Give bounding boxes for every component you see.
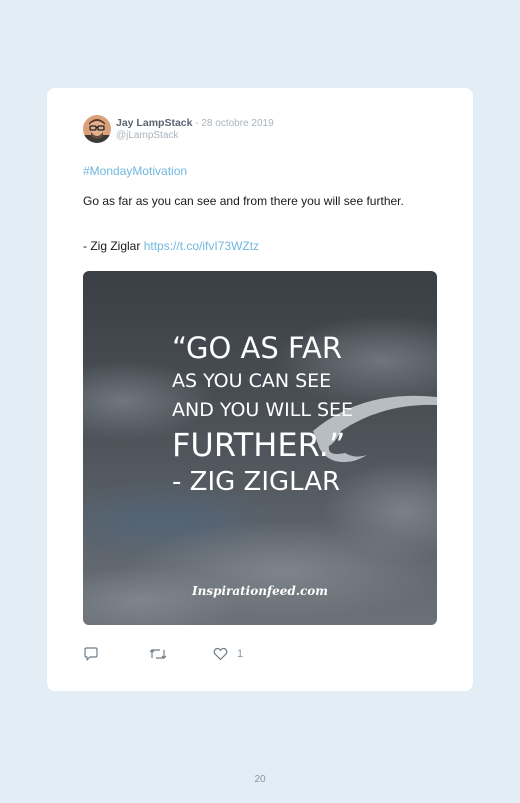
retweet-button[interactable] (149, 646, 167, 662)
tweet-card: Jay LampStack - 28 octobre 2019 @jLampSt… (47, 88, 473, 691)
retweet-icon (149, 649, 167, 659)
author-handle[interactable]: @jLampStack (116, 130, 274, 142)
heart-icon (213, 647, 228, 661)
attribution-line: - Zig Ziglar https://t.co/ifvI73WZtz (83, 239, 259, 253)
reply-button[interactable] (83, 646, 99, 662)
author-name[interactable]: Jay LampStack (116, 117, 192, 129)
quote-line: AS YOU CAN SEE (172, 370, 332, 392)
hashtag-link[interactable]: #MondayMotivation (83, 164, 187, 178)
quote-line: “GO AS FAR (172, 331, 342, 365)
tweet-actions: 1 (83, 646, 243, 662)
like-count: 1 (237, 648, 244, 660)
quote-line: - ZIG ZIGLAR (172, 467, 341, 497)
quote-line: FURTHER.” (172, 426, 346, 464)
brand-watermark: Inspirationfeed.com (192, 584, 328, 598)
quote-line: AND YOU WILL SEE (172, 399, 354, 421)
author-meta: Jay LampStack - 28 octobre 2019 @jLampSt… (116, 116, 274, 142)
avatar[interactable] (83, 115, 111, 143)
page-number: 20 (254, 774, 266, 785)
tweet-header: Jay LampStack - 28 octobre 2019 @jLampSt… (83, 115, 274, 143)
tweet-text: Go as far as you can see and from there … (83, 194, 404, 208)
reply-icon (84, 647, 98, 661)
tweet-date[interactable]: 28 octobre 2019 (201, 118, 273, 129)
attribution-text: - Zig Ziglar (83, 239, 141, 253)
tweet-link[interactable]: https://t.co/ifvI73WZtz (144, 239, 259, 253)
tweet-media-image[interactable]: “GO AS FAR AS YOU CAN SEE AND YOU WILL S… (83, 271, 437, 625)
quote-overlay: “GO AS FAR AS YOU CAN SEE AND YOU WILL S… (172, 329, 353, 499)
like-button[interactable]: 1 (213, 647, 243, 661)
